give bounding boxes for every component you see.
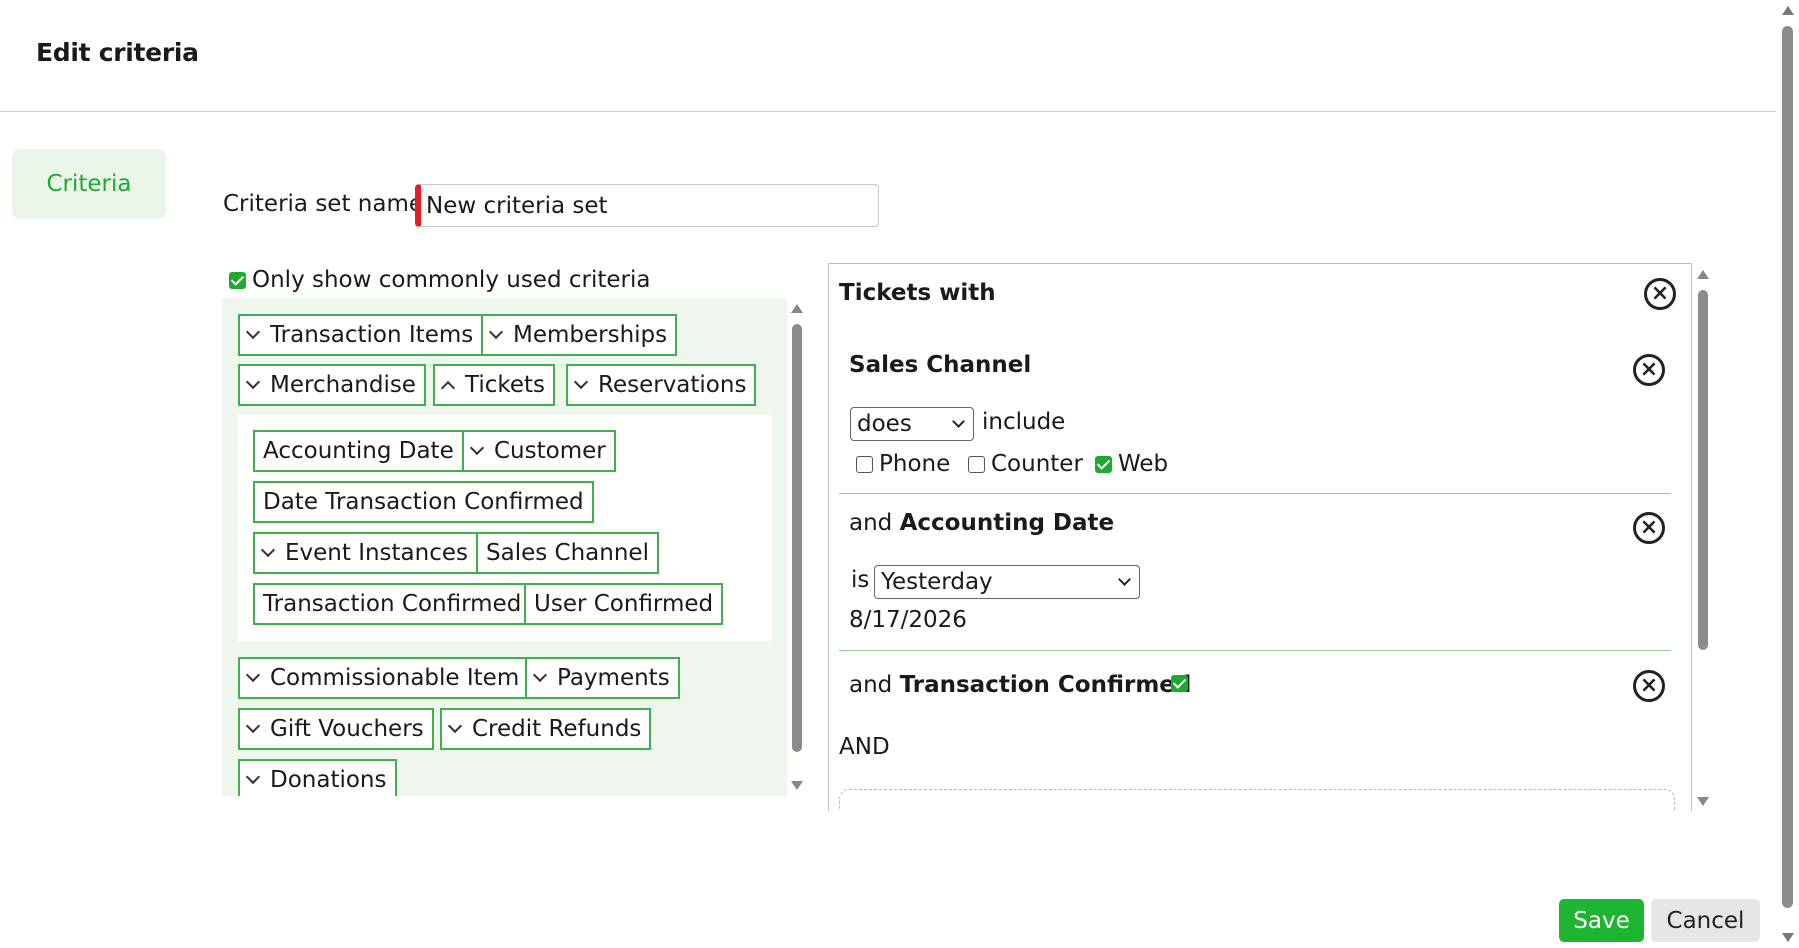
chevron-down-icon <box>260 542 276 558</box>
chevron-down-icon <box>245 769 261 785</box>
nav-tab-criteria[interactable]: Criteria <box>12 149 166 219</box>
cancel-button[interactable]: Cancel <box>1651 899 1760 942</box>
chevron-down-icon <box>447 718 463 734</box>
dialog-title: Edit criteria <box>36 38 199 67</box>
close-icon[interactable]: × <box>1633 354 1665 386</box>
sales-channel-operator-select[interactable]: does <box>850 407 974 441</box>
chip-transaction-confirmed[interactable]: Transaction Confirmed <box>253 583 532 625</box>
chip-credit-refunds[interactable]: Credit Refunds <box>440 708 652 750</box>
set-name-input[interactable] <box>415 184 879 227</box>
drop-zone[interactable] <box>839 789 1675 811</box>
chevron-down-icon <box>245 667 261 683</box>
builder-heading: Tickets with <box>839 280 996 306</box>
close-icon[interactable]: × <box>1633 512 1665 544</box>
and-joiner: AND <box>839 734 890 760</box>
close-icon[interactable]: × <box>1633 670 1665 702</box>
divider <box>839 650 1671 651</box>
common-criteria-label: Only show commonly used criteria <box>252 267 651 293</box>
transaction-confirmed-checkbox[interactable] <box>1171 675 1188 692</box>
scroll-down-arrow-icon[interactable] <box>791 781 803 790</box>
include-label: include <box>982 409 1066 435</box>
chip-transaction-items[interactable]: Transaction Items <box>238 314 484 356</box>
phone-checkbox[interactable] <box>856 455 873 473</box>
chevron-down-icon <box>488 324 504 340</box>
scroll-thumb[interactable] <box>1698 290 1708 650</box>
chip-tickets[interactable]: Tickets <box>433 364 556 406</box>
close-icon[interactable]: × <box>1644 278 1676 310</box>
chip-commissionable-item[interactable]: Commissionable Item <box>238 657 530 699</box>
transaction-confirmed-condition: and Transaction Confirmed <box>849 672 1192 698</box>
chip-payments[interactable]: Payments <box>525 657 680 699</box>
scroll-up-arrow-icon[interactable] <box>1697 270 1709 279</box>
scroll-up-arrow-icon[interactable] <box>1782 6 1794 15</box>
picker-scrollbar[interactable] <box>788 300 806 794</box>
chip-user-confirmed[interactable]: User Confirmed <box>524 583 724 625</box>
common-criteria-checkbox[interactable] <box>229 271 246 289</box>
chip-event-instances[interactable]: Event Instances <box>253 532 479 574</box>
scroll-up-arrow-icon[interactable] <box>791 304 803 313</box>
scroll-thumb[interactable] <box>792 324 802 752</box>
accounting-date-condition: and Accounting Date <box>849 510 1115 536</box>
web-checkbox[interactable] <box>1095 455 1112 473</box>
chip-donations[interactable]: Donations <box>238 759 397 796</box>
save-button[interactable]: Save <box>1559 899 1644 942</box>
sales-channel-title: Sales Channel <box>849 352 1032 378</box>
chip-accounting-date[interactable]: Accounting Date <box>253 430 464 472</box>
chip-sales-channel[interactable]: Sales Channel <box>476 532 659 574</box>
chip-memberships[interactable]: Memberships <box>481 314 678 356</box>
scroll-thumb[interactable] <box>1782 26 1793 908</box>
chevron-up-icon <box>440 380 456 396</box>
is-label: is <box>851 567 870 593</box>
chip-merchandise[interactable]: Merchandise <box>238 364 426 406</box>
dialog-header: Edit criteria <box>0 0 1776 112</box>
chip-reservations[interactable]: Reservations <box>566 364 757 406</box>
set-name-label: Criteria set name: <box>223 191 431 217</box>
chevron-down-icon <box>245 718 261 734</box>
chevron-down-icon <box>1118 573 1131 586</box>
page-scrollbar[interactable] <box>1777 0 1799 948</box>
chevron-down-icon <box>245 324 261 340</box>
chevron-down-icon <box>573 374 589 390</box>
scroll-down-arrow-icon[interactable] <box>1697 797 1709 806</box>
accounting-date-select[interactable]: Yesterday <box>874 565 1140 599</box>
common-criteria-toggle[interactable]: Only show commonly used criteria <box>229 267 650 293</box>
criteria-picker-panel: Transaction Items Memberships Merchandis… <box>222 298 787 796</box>
channel-option-web[interactable]: Web <box>1095 451 1168 477</box>
builder-scrollbar[interactable] <box>1694 266 1712 810</box>
chevron-down-icon <box>532 667 548 683</box>
chevron-down-icon <box>952 415 965 428</box>
channel-option-counter[interactable]: Counter <box>968 451 1083 477</box>
chevron-down-icon <box>245 374 261 390</box>
tickets-subfields: Accounting Date Customer Date Transactio… <box>238 415 772 641</box>
channel-option-phone[interactable]: Phone <box>856 451 950 477</box>
counter-checkbox[interactable] <box>968 455 985 473</box>
criteria-builder-panel: Tickets with × Sales Channel × does incl… <box>828 263 1692 811</box>
resolved-date: 8/17/2026 <box>849 607 967 633</box>
chevron-down-icon <box>469 440 485 456</box>
scroll-down-arrow-icon[interactable] <box>1782 933 1794 942</box>
chip-date-transaction-confirmed[interactable]: Date Transaction Confirmed <box>253 481 594 523</box>
divider <box>839 493 1671 494</box>
chip-gift-vouchers[interactable]: Gift Vouchers <box>238 708 434 750</box>
chip-customer[interactable]: Customer <box>462 430 616 472</box>
